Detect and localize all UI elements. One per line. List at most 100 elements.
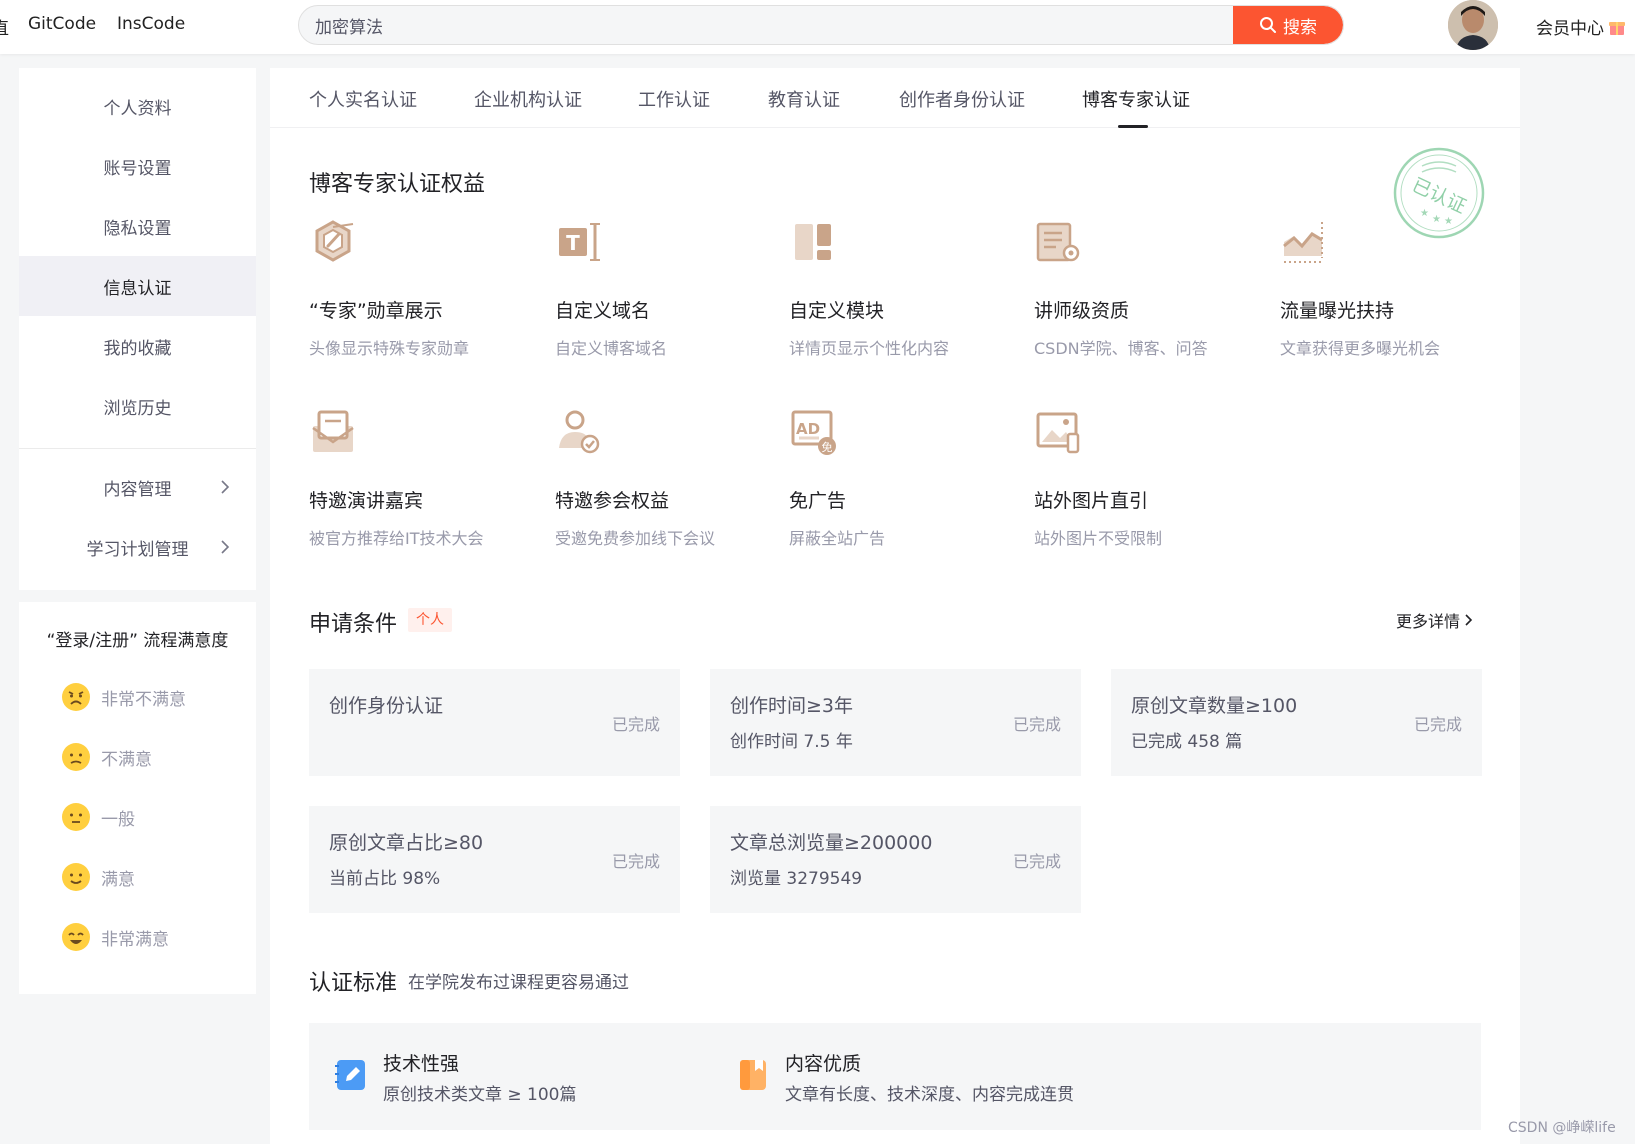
search-input[interactable] [299,6,1235,44]
traffic-chart-icon [1283,222,1324,263]
survey-option-label: 非常不满意 [101,689,186,710]
sidebar-item-favorites[interactable]: 我的收藏 [19,316,256,376]
neutral-face-icon [62,803,90,831]
sidebar-item-study-plan[interactable]: 学习计划管理 [19,517,256,577]
benefit-name: 特邀演讲嘉宾 [309,490,424,512]
tab-blog-expert[interactable]: 博客专家认证 [1082,86,1190,112]
sidebar-item-content-management[interactable]: 内容管理 [19,457,256,517]
top-bar: 直 GitCode InsCode 搜索 会员中心 [0,0,1635,54]
survey-option-label: 非常满意 [101,929,169,950]
attendee-icon [559,410,600,454]
benefit-name: 站外图片直引 [1034,490,1149,512]
tab-enterprise[interactable]: 企业机构认证 [474,86,582,112]
bookmark-book-icon [740,1060,766,1090]
benefit-name: 自定义域名 [555,300,651,322]
more-details-label: 更多详情 [1396,612,1461,631]
chevron-right-icon [1465,614,1473,626]
search-button-label: 搜索 [1283,17,1317,38]
standard-item-name: 内容优质 [785,1053,862,1075]
survey-option-unsatisfied[interactable]: 不满意 [61,742,152,772]
standard-item-name: 技术性强 [383,1053,460,1075]
sidebar-divider [19,448,256,449]
condition-detail: 当前占比 98% [329,869,441,889]
ad-free-icon: AD 免 [791,410,836,455]
sidebar-item-label: 浏览历史 [103,398,172,419]
sidebar-menu: 个人资料 账号设置 隐私设置 信息认证 我的收藏 浏览历史 内容管理 学习计划管… [19,68,256,590]
sidebar-item-history[interactable]: 浏览历史 [19,376,256,436]
sidebar-item-profile[interactable]: 个人资料 [19,76,256,136]
tab-education[interactable]: 教育认证 [768,86,840,112]
tab-work[interactable]: 工作认证 [638,86,710,112]
member-center-link[interactable]: 会员中心 [1536,14,1626,39]
csdn-watermark: CSDN @峥嵘life [1508,1120,1616,1136]
smile-face-icon [62,863,90,891]
nav-link-gitcode[interactable]: GitCode [28,14,96,34]
benefit-desc: 屏蔽全站广告 [789,529,886,548]
benefit-desc: 站外图片不受限制 [1034,529,1163,548]
benefit-name: 免广告 [789,490,847,512]
stamp-text: 已认证 [1409,174,1470,218]
gift-icon [1609,21,1625,35]
benefits-title: 博客专家认证权益 [309,172,486,197]
condition-status: 已完成 [1012,852,1061,871]
benefit-desc: 被官方推荐给IT技术大会 [309,529,484,548]
condition-status: 已完成 [1012,715,1061,734]
standard-box: 技术性强 原创技术类文章 ≥ 100篇 内容优质 文章有长度、技术深度、内容完成… [309,1023,1481,1130]
benefit-custom-domain: T 自定义域名 自定义博客域名 [555,218,785,358]
standard-title: 认证标准 [309,971,398,996]
benefit-traffic: 流量曝光扶持 文章获得更多曝光机会 [1280,218,1510,358]
chevron-right-icon [221,480,230,494]
benefit-ad-free: AD 免 免广告 屏蔽全站广告 [789,408,1019,548]
angry-face-icon [62,683,90,711]
personal-tag: 个人 [408,608,452,632]
sidebar-item-account[interactable]: 账号设置 [19,136,256,196]
tab-real-name[interactable]: 个人实名认证 [309,86,417,112]
sidebar-item-privacy[interactable]: 隐私设置 [19,196,256,256]
tab-creator[interactable]: 创作者身份认证 [899,86,1025,112]
condition-status: 已完成 [611,715,660,734]
benefit-name: 特邀参会权益 [555,490,670,512]
sidebar-item-label: 信息认证 [103,278,172,299]
survey-option-label: 一般 [101,809,135,830]
survey-option-satisfied[interactable]: 满意 [61,862,135,892]
user-avatar[interactable] [1448,0,1498,50]
benefit-invited-attendee: 特邀参会权益 受邀免费参加线下会议 [555,408,785,548]
svg-text:免: 免 [822,440,833,454]
more-details-link[interactable]: 更多详情 [1396,608,1474,632]
survey-option-very-satisfied[interactable]: 非常满意 [61,922,169,952]
benefit-external-images: 站外图片直引 站外图片不受限制 [1034,408,1264,548]
condition-card-creation-time: 创作时间≥3年 创作时间 7.5 年 已完成 [710,669,1081,776]
notebook-edit-icon [335,1060,365,1090]
survey-option-label: 满意 [101,869,135,890]
sad-face-icon [62,743,90,771]
standard-item-technical: 技术性强 原创技术类文章 ≥ 100篇 [333,1049,577,1105]
active-tab-indicator [1118,125,1148,128]
benefit-desc: 受邀免费参加线下会议 [555,529,716,548]
nav-link-home[interactable]: 直 [0,14,9,39]
survey-option-neutral[interactable]: 一般 [61,802,135,832]
nav-link-inscode[interactable]: InsCode [117,14,185,34]
sidebar-item-label: 隐私设置 [103,218,172,239]
sidebar-item-verification[interactable]: 信息认证 [19,256,256,316]
sidebar-item-label: 我的收藏 [103,338,172,359]
survey-option-very-unsatisfied[interactable]: 非常不满意 [61,682,186,712]
benefit-lecturer: 讲师级资质 CSDN学院、博客、问答 [1034,218,1264,358]
condition-detail: 已完成 458 篇 [1131,732,1243,752]
benefit-desc: 文章获得更多曝光机会 [1280,339,1441,358]
verification-tabs: 个人实名认证 企业机构认证 工作认证 教育认证 创作者身份认证 博客专家认证 [270,68,1520,128]
condition-card-creator-verified: 创作身份认证 已完成 [309,669,680,776]
svg-text:AD: AD [796,420,820,438]
condition-title: 创作身份认证 [329,695,444,717]
benefit-name: 流量曝光扶持 [1280,300,1395,322]
search-button[interactable]: 搜索 [1233,6,1343,44]
standard-item-desc: 文章有长度、技术深度、内容完成连贯 [785,1085,1074,1105]
condition-status: 已完成 [611,852,660,871]
layout-blocks-icon [795,224,831,260]
condition-status: 已完成 [1413,715,1462,734]
main-panel: 个人实名认证 企业机构认证 工作认证 教育认证 创作者身份认证 博客专家认证 博… [270,68,1520,1144]
benefit-name: 自定义模块 [789,300,885,322]
benefit-invited-speaker: 特邀演讲嘉宾 被官方推荐给IT技术大会 [309,408,539,548]
condition-title: 原创文章占比≥80 [329,832,484,854]
benefit-desc: 详情页显示个性化内容 [789,339,950,358]
satisfaction-survey: “登录/注册” 流程满意度 非常不满意 不满意 一般 满意 非常满意 [19,602,256,994]
